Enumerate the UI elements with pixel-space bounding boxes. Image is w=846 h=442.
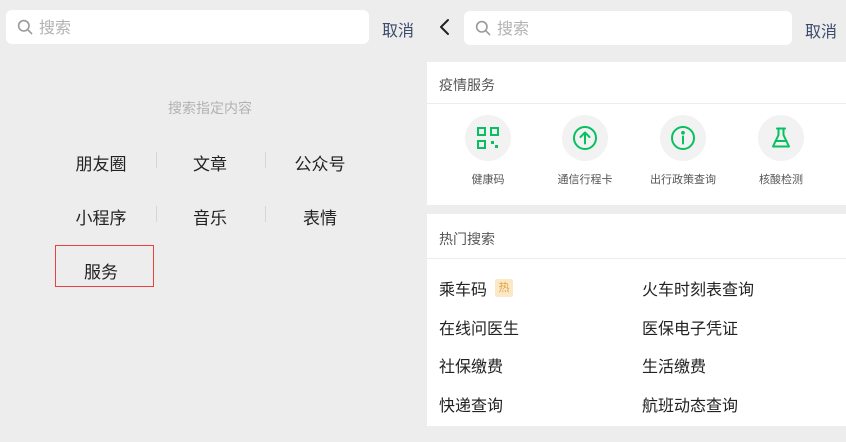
search-bar[interactable] [6, 10, 369, 44]
arrow-up-circle-icon [562, 115, 608, 161]
card-divider [427, 103, 846, 104]
category-divider [265, 206, 266, 222]
hot-item-label: 乘车码 [439, 280, 488, 299]
category-music[interactable]: 音乐 [162, 204, 258, 229]
service-label: 健康码 [471, 173, 505, 186]
service-nucleic-test[interactable]: 核酸检测 [736, 115, 826, 187]
hot-item[interactable]: 社保缴费 [439, 353, 503, 377]
epidemic-services-card: 疫情服务 健康码 通信行程卡 出行政策查询 核酸检测 [427, 62, 846, 205]
service-label: 通信行程卡 [557, 173, 613, 186]
card-title: 热门搜索 [439, 232, 495, 248]
hot-item[interactable]: 在线问医生 [439, 315, 519, 339]
cancel-button[interactable]: 取消 [805, 18, 837, 42]
category-articles[interactable]: 文章 [162, 150, 258, 175]
service-label: 出行政策查询 [650, 173, 716, 186]
search-bar[interactable] [464, 11, 792, 45]
category-moments[interactable]: 朋友圈 [53, 150, 149, 175]
left-search-panel: 取消 搜索指定内容 朋友圈 文章 公众号 小程序 音乐 表情 服务 [0, 0, 427, 442]
search-hint: 搜索指定内容 [168, 101, 252, 117]
category-mini-programs[interactable]: 小程序 [53, 204, 149, 229]
card-divider [427, 258, 846, 259]
flask-icon [758, 115, 804, 161]
chevron-left-icon[interactable] [437, 18, 453, 36]
service-health-code[interactable]: 健康码 [443, 115, 533, 187]
category-official-accounts[interactable]: 公众号 [272, 150, 368, 175]
service-label: 核酸检测 [759, 173, 803, 186]
hot-badge: 热 [495, 279, 514, 297]
category-divider [156, 152, 157, 168]
info-circle-icon [660, 115, 706, 161]
hot-item[interactable]: 快递查询 [439, 392, 503, 416]
cancel-button[interactable]: 取消 [382, 17, 414, 41]
hot-search-card: 热门搜索 乘车码 热 火车时刻表查询 在线问医生 医保电子凭证 社保缴费 生活缴… [427, 214, 846, 426]
hot-item[interactable]: 乘车码 热 [439, 276, 514, 300]
service-trip-card[interactable]: 通信行程卡 [540, 115, 630, 187]
hot-item[interactable]: 生活缴费 [642, 353, 706, 377]
service-travel-policy[interactable]: 出行政策查询 [638, 115, 728, 187]
right-search-panel: 取消 疫情服务 健康码 通信行程卡 [427, 0, 846, 442]
hot-item[interactable]: 火车时刻表查询 [642, 276, 754, 300]
search-icon [17, 19, 33, 35]
hot-item[interactable]: 医保电子凭证 [642, 315, 738, 339]
category-divider [156, 206, 157, 222]
search-input[interactable] [39, 10, 369, 44]
qr-code-icon [465, 115, 511, 161]
search-icon [475, 20, 491, 36]
card-title: 疫情服务 [439, 78, 495, 94]
highlight-box [55, 245, 154, 287]
search-input[interactable] [497, 11, 792, 45]
hot-item[interactable]: 航班动态查询 [642, 392, 738, 416]
category-divider [265, 152, 266, 168]
category-stickers[interactable]: 表情 [272, 204, 368, 229]
